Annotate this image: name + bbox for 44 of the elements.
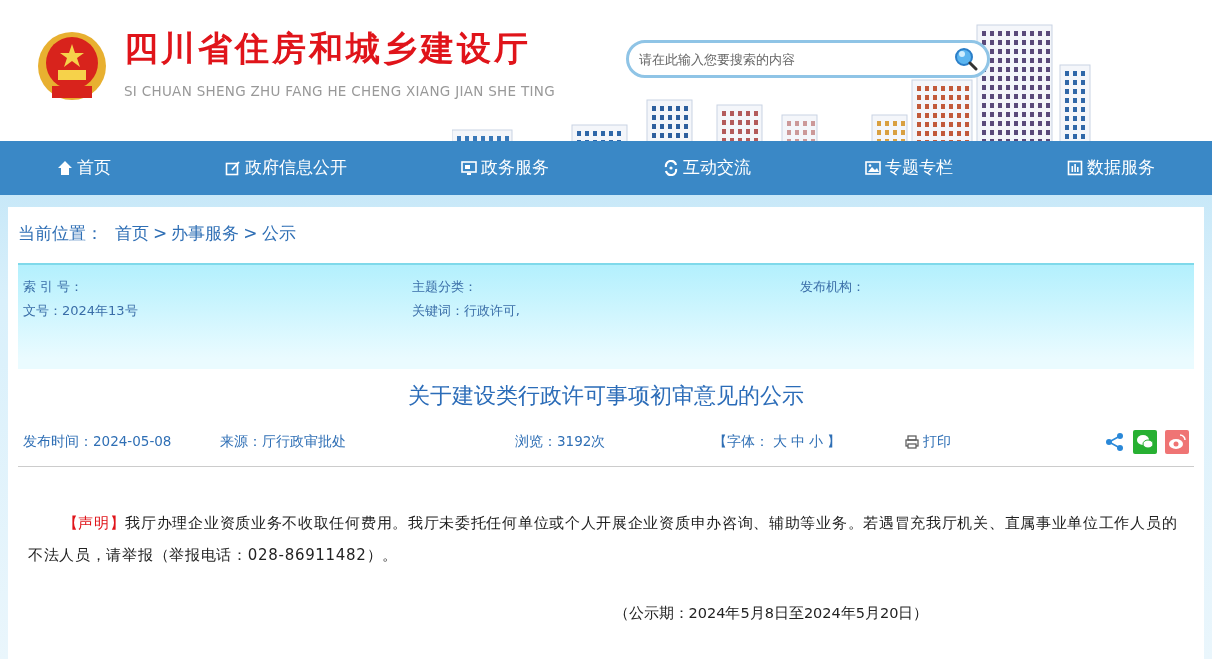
info-field: 文号：2024年13号 — [23, 302, 138, 318]
nav-link[interactable]: 首页 — [57, 155, 111, 181]
search-icon[interactable] — [954, 47, 978, 71]
nav-link[interactable]: 数据服务 — [1067, 155, 1155, 181]
breadcrumb-separator: > — [153, 222, 168, 245]
nav-link[interactable]: 政府信息公开 — [225, 155, 347, 181]
article-title: 关于建设类行政许可事项初审意见的公示 — [407, 381, 805, 410]
picture-icon — [865, 160, 881, 176]
info-field: 主题分类： — [411, 278, 477, 294]
nav-link[interactable]: 互动交流 — [663, 155, 751, 181]
nav-link[interactable]: 专题专栏 — [865, 155, 953, 181]
emblem-icon — [36, 30, 108, 102]
edit-icon — [225, 160, 241, 176]
font-size-link[interactable]: 中 — [791, 431, 805, 452]
bracket-text: 】 — [827, 432, 841, 452]
search-field[interactable]: 请在此输入您要搜索的内容 — [626, 40, 990, 78]
source-text: 来源：厅行政审批处 — [220, 433, 346, 450]
publish-date: 发布时间：2024-05-08 — [23, 433, 172, 450]
breadcrumb-link[interactable]: 公示 — [261, 221, 296, 247]
info-field: 关键词：行政许可, — [411, 302, 520, 318]
info-field: 索 引 号： — [23, 278, 84, 294]
share-icon[interactable] — [1105, 431, 1125, 452]
bar-chart-icon — [1067, 160, 1083, 176]
breadcrumb-label: 当前位置： — [18, 222, 103, 245]
notice-paragraph: 【声明】我厅办理企业资质业务不收取任何费用。我厅未委托任何单位或个人开展企业资质申办咨询、辅助等业务。若遇冒充我厅机关、直属事业单位工作人员的不法人员，请举报（举报电话：028-86911482）。 — [28, 512, 1179, 566]
wechat-icon[interactable] — [1133, 429, 1157, 454]
breadcrumb-link[interactable]: 首页 — [115, 221, 149, 247]
info-field: 发布机构： — [800, 278, 866, 294]
site-subtitle: SI CHUAN SHENG ZHU FANG HE CHENG XIANG JIAN SHE TING — [124, 81, 555, 101]
publicity-period: （公示期：2024年5月8日至2024年5月20日） — [613, 604, 929, 621]
breadcrumb-separator: > — [243, 222, 258, 245]
font-size-link[interactable]: 大 — [773, 431, 787, 452]
weibo-icon[interactable] — [1165, 429, 1189, 454]
site-title: 四川省住房和城乡建设厅 — [124, 30, 532, 65]
breadcrumb-link[interactable]: 办事服务 — [171, 221, 240, 247]
cycle-icon — [663, 160, 679, 176]
view-count: 浏览：3192次 — [515, 433, 606, 450]
font-size-link[interactable]: 小 — [809, 431, 823, 452]
printer-icon — [905, 434, 919, 449]
print-link[interactable]: 打印 — [905, 431, 951, 452]
home-icon — [57, 160, 73, 176]
monitor-icon — [461, 160, 477, 176]
nav-link[interactable]: 政务服务 — [461, 155, 549, 181]
font-size-label: 【字体： — [713, 432, 769, 452]
